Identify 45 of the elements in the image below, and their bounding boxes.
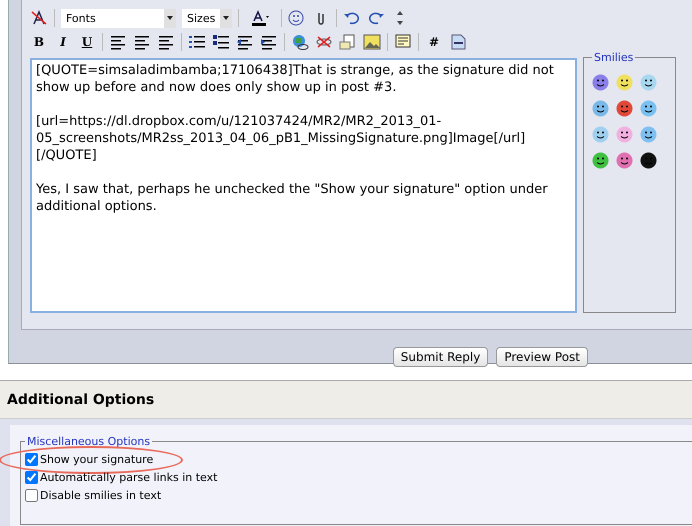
- redo-icon[interactable]: [367, 10, 385, 26]
- option-checkbox[interactable]: [25, 452, 38, 466]
- email-icon[interactable]: [339, 34, 357, 50]
- align-left-icon[interactable]: [109, 34, 127, 50]
- smiley-icon[interactable]: [592, 74, 609, 91]
- option-label: Show your signature: [40, 452, 154, 466]
- bullet-list-icon[interactable]: [212, 34, 230, 50]
- option-label: Disable smilies in text: [40, 488, 162, 502]
- smiley-icon[interactable]: [640, 74, 657, 91]
- group-title: Miscellaneous Options: [26, 435, 152, 448]
- image-icon[interactable]: [363, 34, 381, 50]
- smiley-icon[interactable]: [616, 152, 633, 169]
- undo-icon[interactable]: [343, 10, 361, 26]
- smiley-icon[interactable]: [616, 100, 633, 117]
- message-textarea[interactable]: [QUOTE=simsaladimbamba;17106438]That is strange, as the signature did not show up before and now does only show up in post #3. [url=https://dl.dropbox.com/u/121037424/MR2/MR2_2013_01-05_screenshots/MR2ss_2013_04_06_pB1_MissingSignature.png]Image[/url] [/QUOTE] Yes, I saw that, perhaps he unchecked the "Show your signature" option under additional options.: [30, 58, 577, 313]
- caret-icon[interactable]: [223, 16, 229, 20]
- outdent-icon[interactable]: [236, 34, 254, 50]
- bold-button[interactable]: B: [30, 35, 48, 49]
- smiley-icon[interactable]: [592, 126, 609, 143]
- smiley-icon[interactable]: [640, 100, 657, 117]
- smiley-icon[interactable]: [616, 126, 633, 143]
- italic-button[interactable]: I: [54, 35, 72, 49]
- section-title: Additional Options: [7, 392, 154, 408]
- caret-icon[interactable]: [167, 16, 173, 20]
- option-checkbox[interactable]: [25, 488, 38, 502]
- smiley-icon[interactable]: [592, 152, 609, 169]
- option-checkbox[interactable]: [25, 470, 38, 484]
- smiley-icon[interactable]: [616, 74, 633, 91]
- indent-icon[interactable]: [260, 34, 278, 50]
- underline-button[interactable]: U: [78, 35, 96, 49]
- smilies-title: Smilies: [593, 51, 634, 64]
- preview-button[interactable]: Preview Post: [496, 347, 588, 367]
- smiley-icon[interactable]: [288, 10, 306, 26]
- code-button[interactable]: #: [425, 35, 443, 49]
- option-label: Automatically parse links in text: [40, 470, 218, 484]
- smiley-icon[interactable]: [640, 126, 657, 143]
- size-select[interactable]: Sizes: [182, 8, 232, 28]
- remove-format-icon[interactable]: [30, 10, 48, 26]
- submit-button[interactable]: Submit Reply: [392, 347, 488, 367]
- smiley-icon[interactable]: [640, 152, 657, 169]
- smiley-icon[interactable]: [592, 100, 609, 117]
- align-center-icon[interactable]: [133, 34, 151, 50]
- align-right-icon[interactable]: [157, 34, 175, 50]
- font-select[interactable]: Fonts: [61, 8, 176, 28]
- quote-icon[interactable]: [394, 34, 412, 50]
